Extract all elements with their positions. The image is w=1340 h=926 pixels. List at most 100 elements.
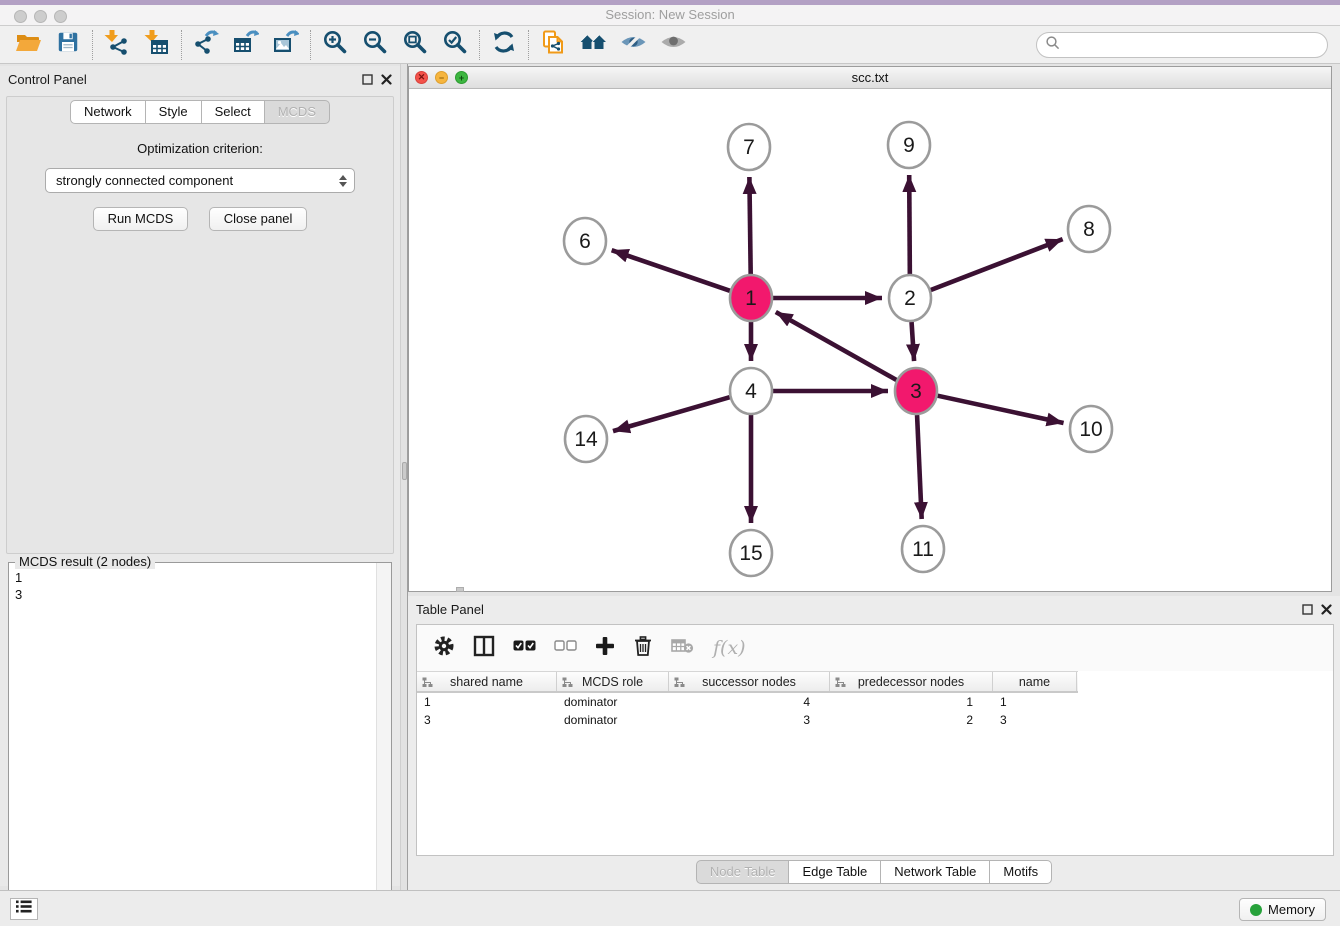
main-area: Control Panel Network Style Select MCDS … xyxy=(0,64,1340,890)
table-cell: 4 xyxy=(669,695,830,711)
table-settings-button[interactable] xyxy=(433,635,455,662)
tab-network-table[interactable]: Network Table xyxy=(881,860,990,884)
criterion-value: strongly connected component xyxy=(56,173,233,188)
graph-edge-2-8[interactable] xyxy=(931,239,1063,290)
memory-status-icon xyxy=(1250,904,1262,916)
network-canvas[interactable]: 7968124314101511 xyxy=(409,89,1331,591)
table-toolbar: f(x) xyxy=(417,625,1333,671)
graph-node-label: 9 xyxy=(903,134,915,157)
import-network-button[interactable] xyxy=(97,29,137,61)
delete-column-button[interactable] xyxy=(633,635,653,662)
zoom-fit-button[interactable] xyxy=(395,29,435,61)
node-table-container: f(x) shared name MCDS role successor nod… xyxy=(416,624,1334,856)
eye-icon xyxy=(660,30,687,59)
search-icon xyxy=(1045,35,1061,56)
graph-node-label: 8 xyxy=(1083,218,1095,241)
graph-node-label: 14 xyxy=(574,428,598,451)
column-header-successor-nodes[interactable]: successor nodes xyxy=(669,672,830,691)
graph-edge-2-9[interactable] xyxy=(909,175,910,274)
graph-edge-1-7[interactable] xyxy=(749,177,750,274)
tree-icon xyxy=(674,677,685,688)
splitter-handle[interactable] xyxy=(402,462,407,480)
search-input[interactable] xyxy=(1061,35,1327,55)
show-column-button[interactable] xyxy=(473,635,495,662)
close-panel-icon[interactable] xyxy=(1321,602,1332,620)
control-panel: Control Panel Network Style Select MCDS … xyxy=(0,66,400,886)
tab-edge-table[interactable]: Edge Table xyxy=(789,860,881,884)
criterion-select[interactable]: strongly connected component xyxy=(45,168,355,193)
table-panel-header: Table Panel xyxy=(408,596,1340,622)
import-network-icon xyxy=(104,29,130,60)
window-titlebar: Session: New Session xyxy=(0,0,1340,26)
column-header-name[interactable]: name xyxy=(993,672,1077,691)
zoom-selected-button[interactable] xyxy=(435,29,475,61)
first-neighbors-button[interactable] xyxy=(573,29,613,61)
close-panel-button[interactable]: Close panel xyxy=(209,207,308,231)
float-panel-icon[interactable] xyxy=(362,72,373,90)
open-session-button[interactable] xyxy=(8,29,48,61)
zoom-out-button[interactable] xyxy=(355,29,395,61)
float-panel-icon[interactable] xyxy=(1302,602,1313,620)
tab-network[interactable]: Network xyxy=(70,100,146,124)
graph-edge-3-10[interactable] xyxy=(938,396,1064,423)
column-header-shared-name[interactable]: shared name xyxy=(417,672,557,691)
checked-boxes-icon xyxy=(513,639,536,657)
export-image-button[interactable] xyxy=(266,29,306,61)
graph-node-label: 6 xyxy=(579,230,591,253)
graph-edge-1-6[interactable] xyxy=(612,250,730,291)
graph-node-label: 1 xyxy=(745,287,757,310)
graph-edge-3-1[interactable] xyxy=(776,312,897,380)
control-panel-tabs: Network Style Select MCDS xyxy=(0,100,400,124)
export-network-button[interactable] xyxy=(186,29,226,61)
unselect-all-columns-button[interactable] xyxy=(554,639,577,657)
show-all-button[interactable] xyxy=(653,29,693,61)
graph-edge-3-11[interactable] xyxy=(917,415,922,519)
unchecked-boxes-icon xyxy=(554,639,577,657)
close-panel-icon[interactable] xyxy=(381,72,392,90)
zoom-in-button[interactable] xyxy=(315,29,355,61)
memory-button[interactable]: Memory xyxy=(1239,898,1326,921)
columns-icon xyxy=(473,635,495,662)
column-header-predecessor-nodes[interactable]: predecessor nodes xyxy=(830,672,993,691)
graph-node-label: 2 xyxy=(904,287,916,310)
tab-node-table[interactable]: Node Table xyxy=(696,860,790,884)
apply-layout-button[interactable] xyxy=(484,29,524,61)
main-toolbar xyxy=(0,26,1340,64)
plus-icon xyxy=(595,636,615,661)
result-scrollbar[interactable] xyxy=(376,563,391,926)
task-history-button[interactable] xyxy=(10,898,38,920)
table-row[interactable]: 3dominator323 xyxy=(417,713,1333,729)
tab-select[interactable]: Select xyxy=(202,100,265,124)
table-cell: 3 xyxy=(417,713,557,729)
table-row[interactable]: 1dominator411 xyxy=(417,695,1333,711)
table-panel-title: Table Panel xyxy=(416,602,484,617)
run-mcds-button[interactable]: Run MCDS xyxy=(93,207,189,231)
control-panel-header: Control Panel xyxy=(0,66,400,92)
mcds-result-box: MCDS result (2 nodes) 1 3 xyxy=(8,562,392,926)
search-field[interactable] xyxy=(1036,32,1328,58)
tab-style[interactable]: Style xyxy=(146,100,202,124)
horizontal-splitter-handle[interactable] xyxy=(456,587,464,592)
export-table-button[interactable] xyxy=(226,29,266,61)
graph-edge-2-3[interactable] xyxy=(912,322,915,361)
trash-icon xyxy=(633,635,653,662)
import-table-button[interactable] xyxy=(137,29,177,61)
hide-selected-button[interactable] xyxy=(613,29,653,61)
network-window-titlebar: ✕ − + scc.txt xyxy=(409,67,1331,89)
function-builder-button[interactable]: f(x) xyxy=(713,637,746,659)
window-title: Session: New Session xyxy=(0,7,1340,22)
graph-node-label: 15 xyxy=(739,542,762,565)
tab-mcds[interactable]: MCDS xyxy=(265,100,330,124)
export-image-icon xyxy=(273,29,299,60)
vertical-splitter[interactable] xyxy=(400,64,408,890)
column-header-mcds-role[interactable]: MCDS role xyxy=(557,672,669,691)
create-column-button[interactable] xyxy=(595,636,615,661)
save-session-button[interactable] xyxy=(48,29,88,61)
table-cell: dominator xyxy=(557,713,669,729)
graph-edge-4-14[interactable] xyxy=(613,397,730,431)
delete-table-button[interactable] xyxy=(671,638,695,659)
tab-motifs[interactable]: Motifs xyxy=(990,860,1052,884)
select-all-columns-button[interactable] xyxy=(513,639,536,657)
clone-network-button[interactable] xyxy=(533,29,573,61)
node-table-header: shared name MCDS role successor nodes pr… xyxy=(417,671,1078,693)
